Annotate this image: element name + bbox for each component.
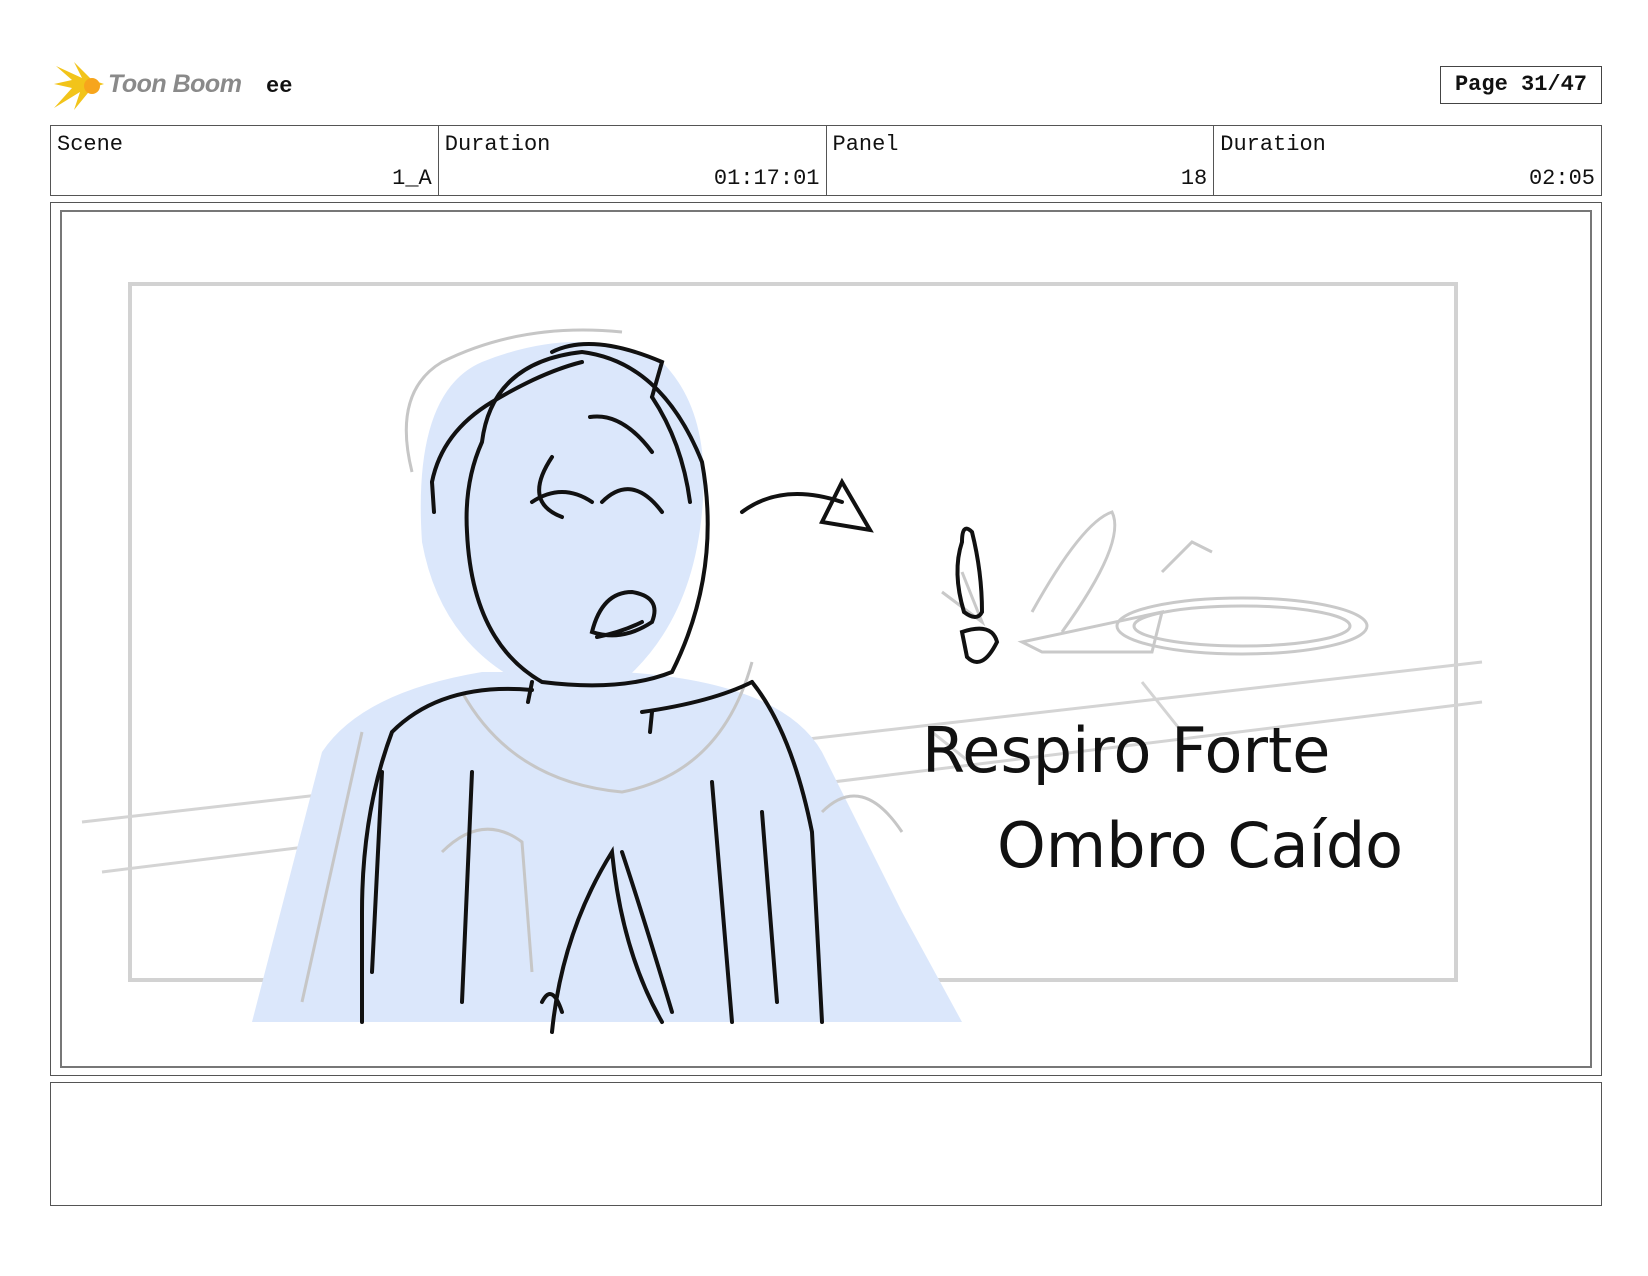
scene-info-table: Scene 1_A Duration 01:17:01 Panel 18 Dur… (50, 125, 1602, 196)
toon-boom-logo: Toon Boom (52, 58, 252, 114)
project-name: ee (266, 74, 293, 99)
panel-notes-box[interactable] (50, 1082, 1602, 1206)
scene-cell: Scene 1_A (51, 126, 439, 195)
toon-boom-starburst-icon (54, 62, 104, 110)
panel-cell: Panel 18 (827, 126, 1215, 195)
scene-value: 1_A (392, 166, 432, 191)
storyboard-panel-image: Respiro Forte Ombro Caído (60, 210, 1592, 1068)
storyboard-sketch: Respiro Forte Ombro Caído (81, 282, 1483, 1034)
page-indicator: Page 31/47 (1440, 66, 1602, 104)
handwritten-note-line1: Respiro Forte (922, 714, 1330, 787)
logo-text: Toon Boom (108, 70, 242, 98)
panel-value: 18 (1180, 166, 1208, 191)
scene-label: Scene (57, 132, 124, 157)
handwritten-note-line2: Ombro Caído (997, 809, 1403, 882)
scene-duration-label: Duration (444, 132, 551, 157)
panel-duration-value: 02:05 (1528, 166, 1595, 191)
scene-duration-cell: Duration 01:17:01 (439, 126, 827, 195)
panel-label: Panel (832, 132, 899, 157)
panel-duration-label: Duration (1220, 132, 1326, 157)
scene-duration-value: 01:17:01 (713, 166, 820, 191)
panel-duration-cell: Duration 02:05 (1214, 126, 1601, 195)
